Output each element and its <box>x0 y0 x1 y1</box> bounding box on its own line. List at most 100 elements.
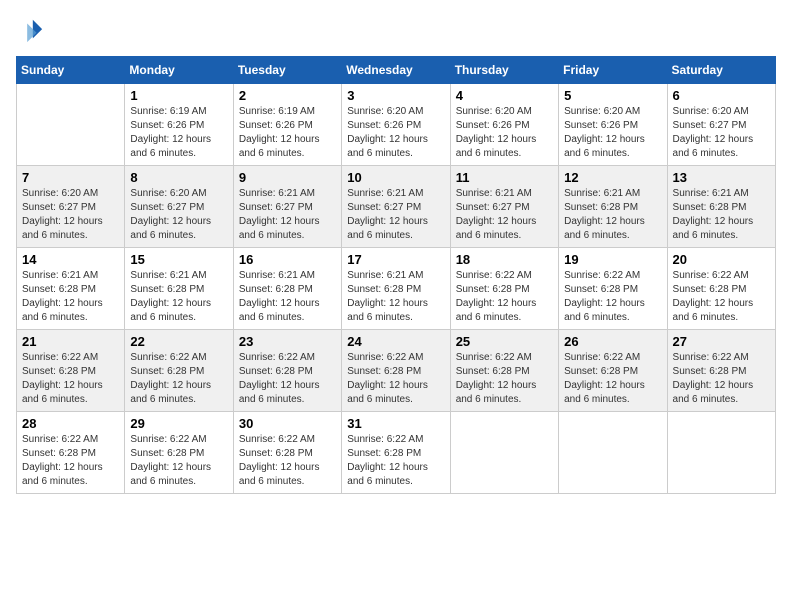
calendar-cell: 27 Sunrise: 6:22 AMSunset: 6:28 PMDayligh… <box>667 330 775 412</box>
day-info: Sunrise: 6:22 AMSunset: 6:28 PMDaylight:… <box>456 351 553 407</box>
day-info: Sunrise: 6:21 AMSunset: 6:27 PMDaylight:… <box>239 187 336 243</box>
day-number: 21 <box>22 334 119 349</box>
calendar-cell: 28 Sunrise: 6:22 AMSunset: 6:28 PMDayligh… <box>17 412 125 494</box>
calendar-cell: 26 Sunrise: 6:22 AMSunset: 6:28 PMDayligh… <box>559 330 667 412</box>
day-number: 3 <box>347 88 444 103</box>
logo <box>16 16 48 44</box>
calendar-cell: 6Sunrise: 6:20 AMSunset: 6:27 PMDaylight… <box>667 84 775 166</box>
day-info: Sunrise: 6:22 AMSunset: 6:28 PMDaylight:… <box>22 433 119 489</box>
calendar-cell: 25 Sunrise: 6:22 AMSunset: 6:28 PMDayligh… <box>450 330 558 412</box>
calendar-cell: 30 Sunrise: 6:22 AMSunset: 6:28 PMDayligh… <box>233 412 341 494</box>
day-info: Sunrise: 6:22 AMSunset: 6:28 PMDaylight:… <box>673 269 770 325</box>
general-blue-logo-icon <box>16 16 44 44</box>
calendar-cell <box>559 412 667 494</box>
day-info: Sunrise: 6:20 AMSunset: 6:27 PMDaylight:… <box>130 187 227 243</box>
day-info: Sunrise: 6:20 AMSunset: 6:26 PMDaylight:… <box>347 105 444 161</box>
day-number: 1 <box>130 88 227 103</box>
calendar-cell: 13 Sunrise: 6:21 AMSunset: 6:28 PMDayligh… <box>667 166 775 248</box>
calendar-cell: 18 Sunrise: 6:22 AMSunset: 6:28 PMDayligh… <box>450 248 558 330</box>
day-number: 13 <box>673 170 770 185</box>
day-info: Sunrise: 6:19 AMSunset: 6:26 PMDaylight:… <box>239 105 336 161</box>
day-info: Sunrise: 6:22 AMSunset: 6:28 PMDaylight:… <box>564 269 661 325</box>
column-header-thursday: Thursday <box>450 57 558 84</box>
day-number: 4 <box>456 88 553 103</box>
calendar-cell: 9 Sunrise: 6:21 AMSunset: 6:27 PMDaylight… <box>233 166 341 248</box>
day-info: Sunrise: 6:22 AMSunset: 6:28 PMDaylight:… <box>456 269 553 325</box>
day-number: 23 <box>239 334 336 349</box>
day-number: 28 <box>22 416 119 431</box>
column-header-friday: Friday <box>559 57 667 84</box>
day-info: Sunrise: 6:22 AMSunset: 6:28 PMDaylight:… <box>22 351 119 407</box>
calendar-header-row: SundayMondayTuesdayWednesdayThursdayFrid… <box>17 57 776 84</box>
day-info: Sunrise: 6:21 AMSunset: 6:28 PMDaylight:… <box>130 269 227 325</box>
day-info: Sunrise: 6:21 AMSunset: 6:28 PMDaylight:… <box>239 269 336 325</box>
day-number: 5 <box>564 88 661 103</box>
calendar-cell: 11 Sunrise: 6:21 AMSunset: 6:27 PMDayligh… <box>450 166 558 248</box>
calendar-cell: 12 Sunrise: 6:21 AMSunset: 6:28 PMDayligh… <box>559 166 667 248</box>
calendar-cell: 1Sunrise: 6:19 AMSunset: 6:26 PMDaylight… <box>125 84 233 166</box>
calendar-cell <box>17 84 125 166</box>
day-number: 19 <box>564 252 661 267</box>
calendar-cell: 17 Sunrise: 6:21 AMSunset: 6:28 PMDayligh… <box>342 248 450 330</box>
day-number: 26 <box>564 334 661 349</box>
calendar-cell: 4 Sunrise: 6:20 AMSunset: 6:26 PMDaylight… <box>450 84 558 166</box>
day-info: Sunrise: 6:20 AMSunset: 6:26 PMDaylight:… <box>564 105 661 161</box>
day-number: 27 <box>673 334 770 349</box>
day-info: Sunrise: 6:22 AMSunset: 6:28 PMDaylight:… <box>130 433 227 489</box>
column-header-wednesday: Wednesday <box>342 57 450 84</box>
calendar-cell: 21 Sunrise: 6:22 AMSunset: 6:28 PMDayligh… <box>17 330 125 412</box>
day-info: Sunrise: 6:22 AMSunset: 6:28 PMDaylight:… <box>347 351 444 407</box>
calendar-cell: 29 Sunrise: 6:22 AMSunset: 6:28 PMDayligh… <box>125 412 233 494</box>
column-header-sunday: Sunday <box>17 57 125 84</box>
calendar-cell: 15 Sunrise: 6:21 AMSunset: 6:28 PMDayligh… <box>125 248 233 330</box>
day-number: 17 <box>347 252 444 267</box>
day-number: 30 <box>239 416 336 431</box>
day-info: Sunrise: 6:21 AMSunset: 6:28 PMDaylight:… <box>564 187 661 243</box>
day-number: 12 <box>564 170 661 185</box>
calendar-cell: 23Sunrise: 6:22 AMSunset: 6:28 PMDayligh… <box>233 330 341 412</box>
day-info: Sunrise: 6:22 AMSunset: 6:28 PMDaylight:… <box>673 351 770 407</box>
calendar-cell <box>667 412 775 494</box>
calendar-week-row: 14 Sunrise: 6:21 AMSunset: 6:28 PMDayligh… <box>17 248 776 330</box>
calendar-cell: 5 Sunrise: 6:20 AMSunset: 6:26 PMDaylight… <box>559 84 667 166</box>
day-number: 29 <box>130 416 227 431</box>
day-number: 11 <box>456 170 553 185</box>
calendar-week-row: 1 Sunrise: 6:19 AMSunset: 6:26 PMDaylight… <box>17 84 776 166</box>
column-header-saturday: Saturday <box>667 57 775 84</box>
day-number: 14 <box>22 252 119 267</box>
day-info: Sunrise: 6:21 AMSunset: 6:28 PMDaylight:… <box>22 269 119 325</box>
day-info: Sunrise: 6:20 AMSunset: 6:27 PMDaylight:… <box>673 105 770 161</box>
day-number: 25 <box>456 334 553 349</box>
calendar-cell: 19 Sunrise: 6:22 AMSunset: 6:28 PMDayligh… <box>559 248 667 330</box>
day-number: 16 <box>239 252 336 267</box>
calendar-cell: 20Sunrise: 6:22 AMSunset: 6:28 PMDayligh… <box>667 248 775 330</box>
day-number: 8 <box>130 170 227 185</box>
day-number: 15 <box>130 252 227 267</box>
calendar-table: SundayMondayTuesdayWednesdayThursdayFrid… <box>16 56 776 494</box>
calendar-cell <box>450 412 558 494</box>
page-header <box>16 16 776 44</box>
day-info: Sunrise: 6:20 AMSunset: 6:26 PMDaylight:… <box>456 105 553 161</box>
day-info: Sunrise: 6:22 AMSunset: 6:28 PMDaylight:… <box>564 351 661 407</box>
day-info: Sunrise: 6:21 AMSunset: 6:28 PMDaylight:… <box>673 187 770 243</box>
day-number: 9 <box>239 170 336 185</box>
day-info: Sunrise: 6:22 AMSunset: 6:28 PMDaylight:… <box>239 433 336 489</box>
calendar-cell: 7 Sunrise: 6:20 AMSunset: 6:27 PMDaylight… <box>17 166 125 248</box>
calendar-cell: 24Sunrise: 6:22 AMSunset: 6:28 PMDayligh… <box>342 330 450 412</box>
day-info: Sunrise: 6:22 AMSunset: 6:28 PMDaylight:… <box>130 351 227 407</box>
day-number: 7 <box>22 170 119 185</box>
day-info: Sunrise: 6:21 AMSunset: 6:27 PMDaylight:… <box>456 187 553 243</box>
day-info: Sunrise: 6:20 AMSunset: 6:27 PMDaylight:… <box>22 187 119 243</box>
calendar-cell: 16 Sunrise: 6:21 AMSunset: 6:28 PMDayligh… <box>233 248 341 330</box>
day-info: Sunrise: 6:21 AMSunset: 6:28 PMDaylight:… <box>347 269 444 325</box>
column-header-monday: Monday <box>125 57 233 84</box>
calendar-week-row: 7 Sunrise: 6:20 AMSunset: 6:27 PMDaylight… <box>17 166 776 248</box>
calendar-cell: 10Sunrise: 6:21 AMSunset: 6:27 PMDayligh… <box>342 166 450 248</box>
day-number: 18 <box>456 252 553 267</box>
day-number: 22 <box>130 334 227 349</box>
calendar-cell: 14 Sunrise: 6:21 AMSunset: 6:28 PMDayligh… <box>17 248 125 330</box>
calendar-cell: 8 Sunrise: 6:20 AMSunset: 6:27 PMDaylight… <box>125 166 233 248</box>
day-number: 10 <box>347 170 444 185</box>
calendar-cell: 31Sunrise: 6:22 AMSunset: 6:28 PMDayligh… <box>342 412 450 494</box>
day-number: 2 <box>239 88 336 103</box>
